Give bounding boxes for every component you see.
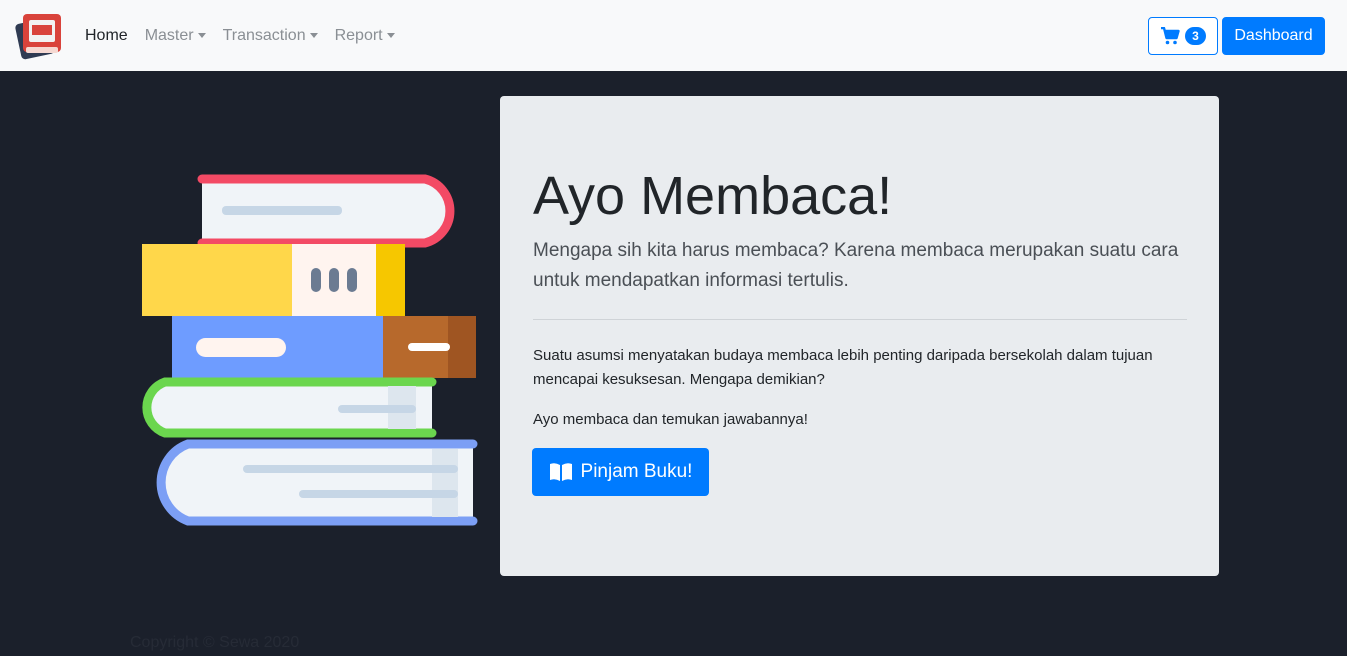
dashboard-button[interactable]: Dashboard xyxy=(1222,17,1325,55)
cart-button[interactable]: 3 xyxy=(1148,17,1218,55)
caret-down-icon xyxy=(197,33,206,38)
nav-menu: Home Master Transaction Report xyxy=(85,0,412,71)
divider xyxy=(533,319,1187,320)
nav-transaction[interactable]: Transaction xyxy=(223,27,318,45)
pinjam-buku-label: Pinjam Buku! xyxy=(580,461,693,482)
footer-copyright: Copyright © Sewa 2020 xyxy=(130,634,300,651)
nav-report-label: Report xyxy=(334,26,383,44)
pinjam-buku-button[interactable]: Pinjam Buku! xyxy=(532,448,709,496)
nav-home-label: Home xyxy=(85,26,128,44)
hero-title: Ayo Membaca! xyxy=(533,166,893,226)
nav-transaction-label: Transaction xyxy=(222,26,306,44)
nav-report[interactable]: Report xyxy=(335,27,395,45)
hero-paragraph-1: Suatu asumsi menyatakan budaya membaca l… xyxy=(533,347,1153,388)
hero-lead: Mengapa sih kita harus membaca? Karena m… xyxy=(533,240,1179,291)
book-logo-icon[interactable] xyxy=(14,11,64,61)
caret-down-icon xyxy=(309,33,318,38)
nav-master-label: Master xyxy=(144,26,194,44)
jumbotron: Ayo Membaca! Mengapa sih kita harus memb… xyxy=(500,96,1219,576)
open-book-icon xyxy=(549,463,572,481)
cart-count-badge: 3 xyxy=(1185,27,1206,45)
nav-master[interactable]: Master xyxy=(145,27,206,45)
book-stack-illustration xyxy=(130,170,485,535)
hero-paragraph-2: Ayo membaca dan temukan jawabannya! xyxy=(533,411,808,428)
caret-down-icon xyxy=(386,33,395,38)
nav-home[interactable]: Home xyxy=(85,27,128,45)
navbar: Home Master Transaction Report 3 Dashboa… xyxy=(0,0,1347,71)
cart-icon xyxy=(1161,27,1180,45)
